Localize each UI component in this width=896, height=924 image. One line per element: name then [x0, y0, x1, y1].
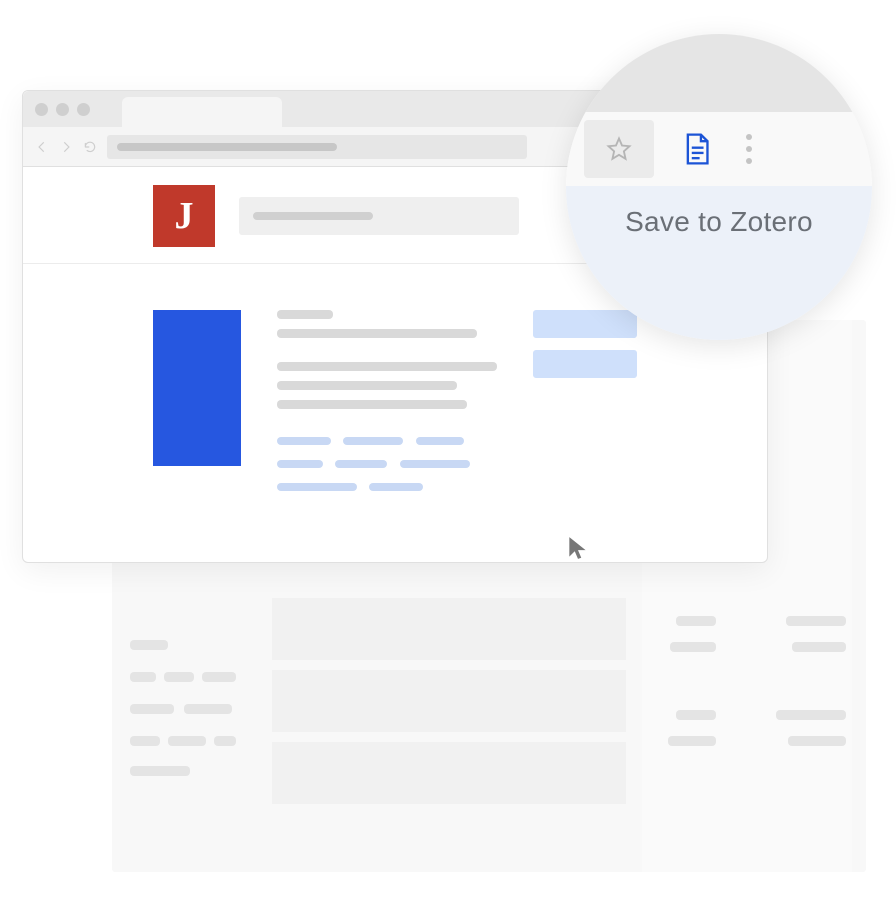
cursor-icon [565, 535, 591, 561]
article-link[interactable] [277, 437, 331, 445]
article-link[interactable] [277, 483, 357, 491]
zoom-toolbar [566, 112, 872, 186]
article-actions [533, 310, 637, 506]
dot-icon [746, 146, 752, 152]
meta-line [277, 400, 467, 409]
article-link[interactable] [277, 460, 323, 468]
document-icon [681, 132, 713, 166]
article-link[interactable] [335, 460, 387, 468]
zoom-callout: Save to Zotero [566, 34, 872, 340]
browser-tab[interactable] [122, 97, 282, 127]
article-action-button[interactable] [533, 350, 637, 378]
browser-menu-button[interactable] [746, 134, 752, 164]
article-link[interactable] [400, 460, 470, 468]
zoom-tabstrip [566, 34, 872, 112]
window-maximize-button[interactable] [77, 103, 90, 116]
search-placeholder [253, 212, 373, 220]
site-search-input[interactable] [239, 197, 519, 235]
dot-icon [746, 158, 752, 164]
meta-line [277, 381, 457, 390]
meta-line [277, 310, 333, 319]
site-logo-letter: J [175, 194, 194, 238]
forward-icon[interactable] [59, 140, 73, 154]
site-logo[interactable]: J [153, 185, 215, 247]
dot-icon [746, 134, 752, 140]
back-icon[interactable] [35, 140, 49, 154]
zotero-connector-button[interactable] [662, 120, 732, 178]
reload-icon[interactable] [83, 140, 97, 154]
article-thumbnail[interactable] [153, 310, 241, 466]
connector-tooltip: Save to Zotero [625, 206, 813, 340]
article-link[interactable] [369, 483, 423, 491]
article-action-button[interactable] [533, 310, 637, 338]
bookmark-button[interactable] [584, 120, 654, 178]
star-icon [605, 135, 633, 163]
article-link[interactable] [416, 437, 464, 445]
url-bar[interactable] [107, 135, 527, 159]
meta-line [277, 329, 477, 338]
meta-line [277, 362, 497, 371]
url-placeholder [117, 143, 337, 151]
window-close-button[interactable] [35, 103, 48, 116]
article-link[interactable] [343, 437, 403, 445]
window-minimize-button[interactable] [56, 103, 69, 116]
article-meta [277, 310, 497, 506]
